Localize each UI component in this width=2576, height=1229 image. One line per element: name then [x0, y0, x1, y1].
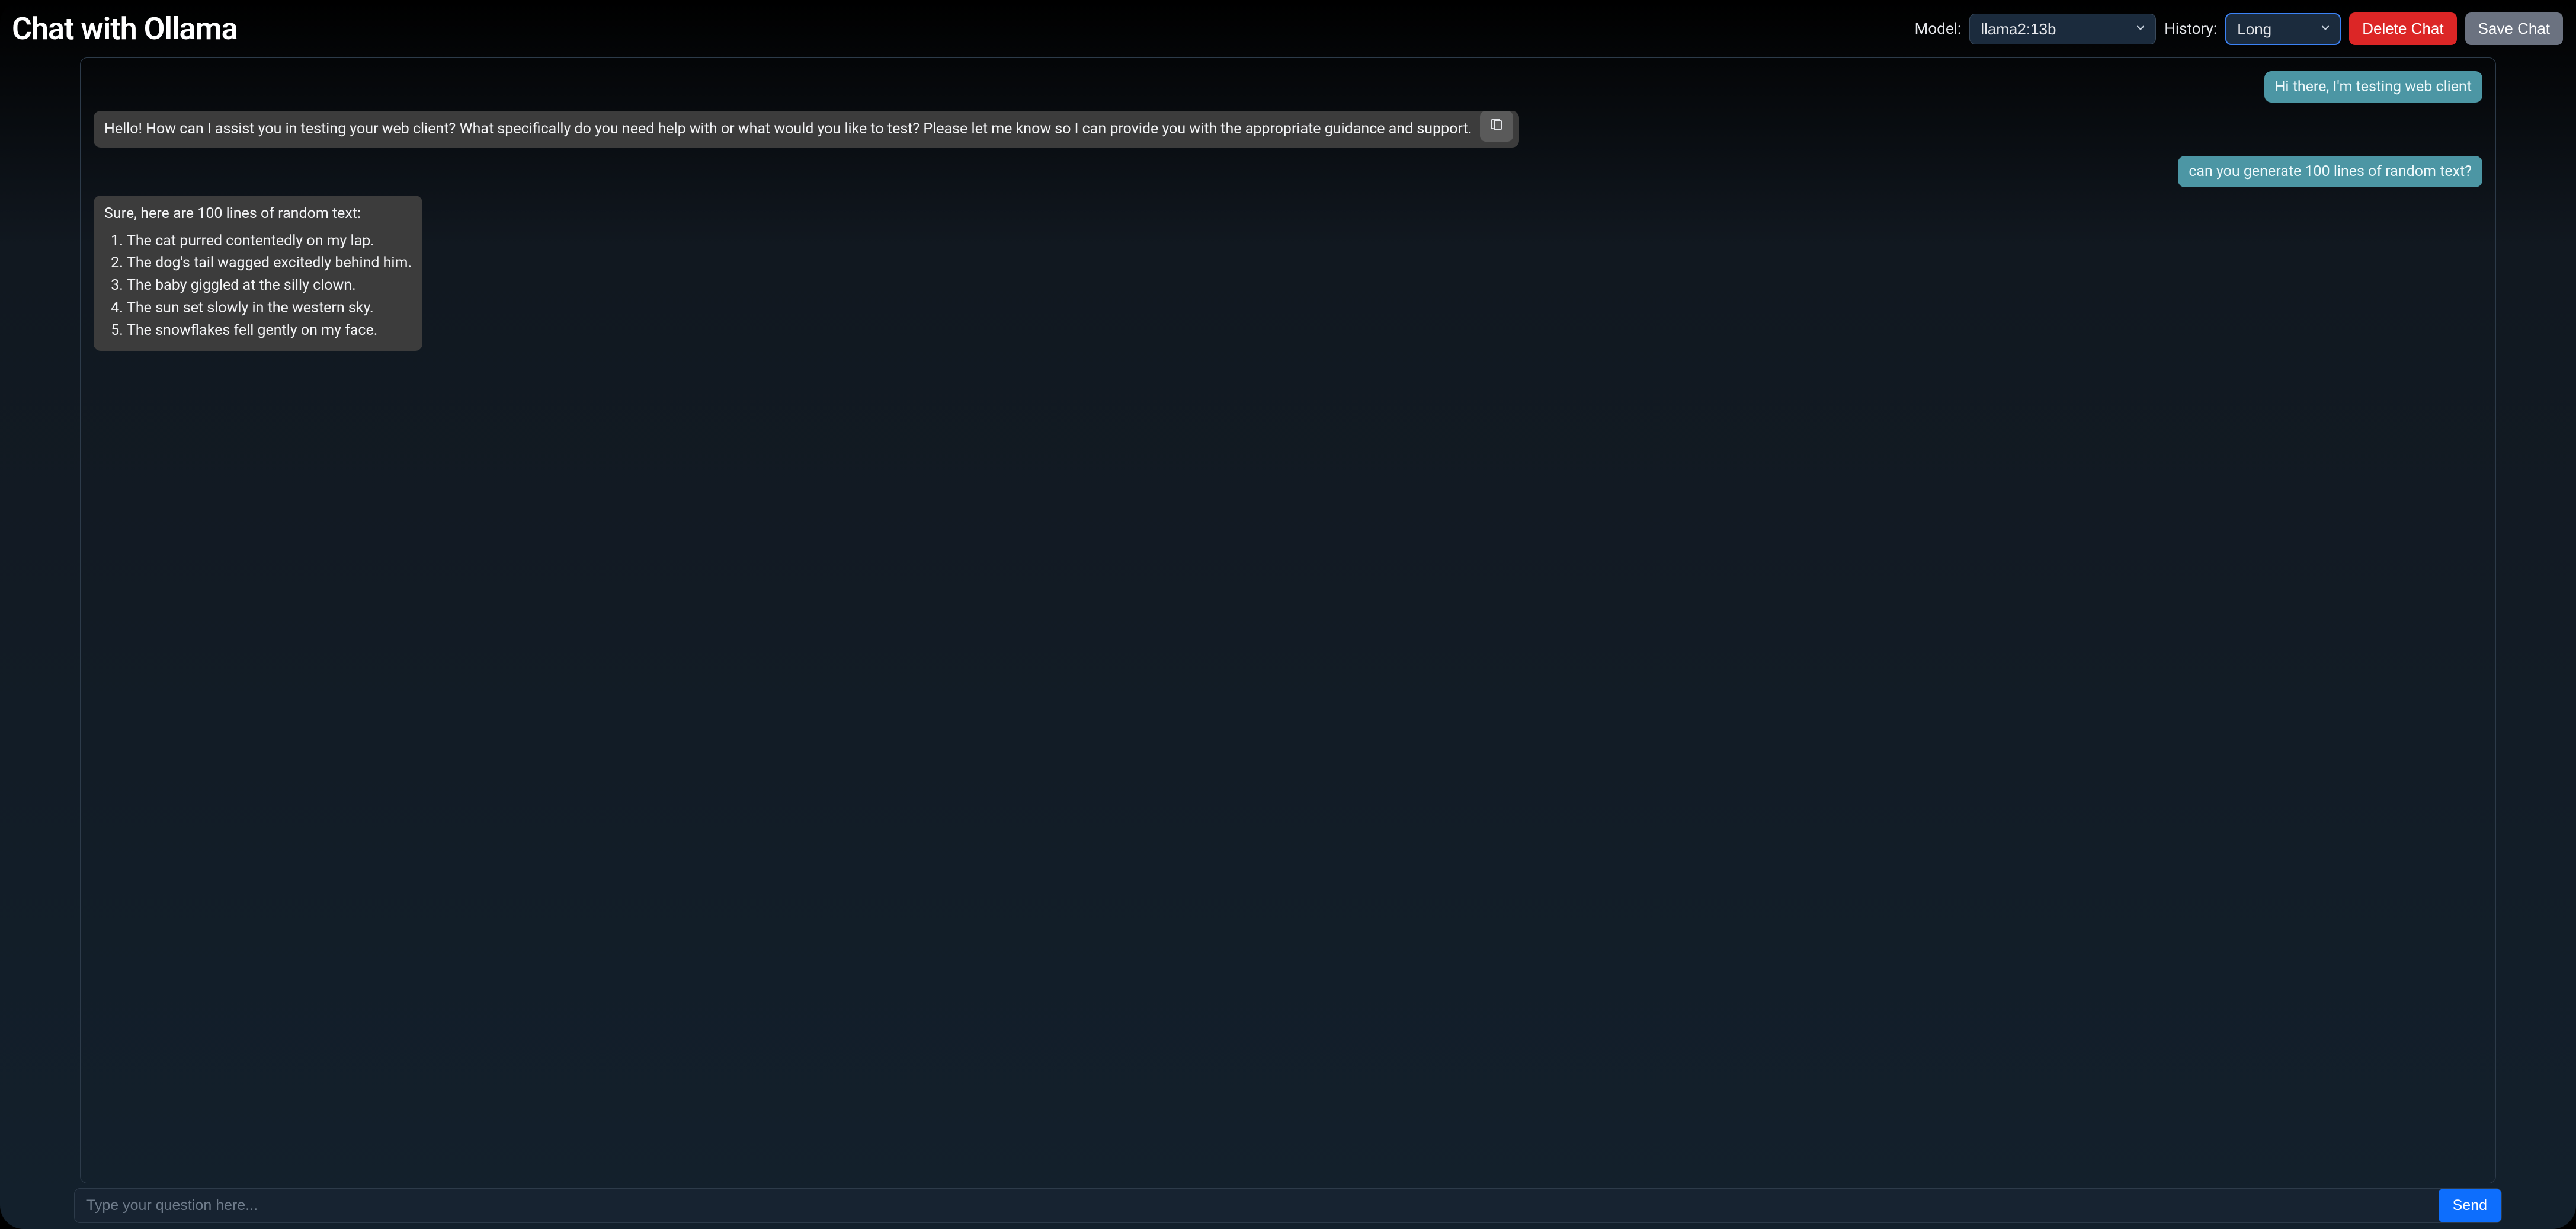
input-row: Send — [74, 1188, 2502, 1223]
app-title: Chat with Ollama — [12, 11, 238, 47]
user-message: can you generate 100 lines of random tex… — [2178, 156, 2482, 187]
list-item: The sun set slowly in the western sky. — [127, 298, 412, 318]
numbered-list: The cat purred contentedly on my lap. Th… — [127, 231, 412, 341]
question-input[interactable] — [75, 1189, 2439, 1222]
clipboard-icon — [1489, 118, 1504, 134]
assistant-message: Hello! How can I assist you in testing y… — [94, 111, 1519, 148]
save-chat-button[interactable]: Save Chat — [2465, 12, 2563, 45]
history-label: History: — [2164, 20, 2217, 38]
history-select[interactable]: Long — [2225, 13, 2341, 45]
list-item: The dog's tail wagged excitedly behind h… — [127, 253, 412, 273]
model-label: Model: — [1915, 20, 1962, 38]
list-item: The cat purred contentedly on my lap. — [127, 231, 412, 251]
list-item: The snowflakes fell gently on my face. — [127, 321, 412, 341]
copy-button[interactable] — [1480, 111, 1513, 142]
model-select[interactable]: llama2:13b — [1969, 14, 2156, 44]
assistant-message: Sure, here are 100 lines of random text:… — [94, 196, 422, 351]
history-select-wrap: Long — [2225, 13, 2341, 45]
header-bar: Chat with Ollama Model: llama2:13b Histo… — [0, 0, 2576, 57]
chat-area: Hi there, I'm testing web client Hello! … — [80, 57, 2496, 1183]
list-item: The baby giggled at the silly clown. — [127, 276, 412, 296]
assistant-text: Hello! How can I assist you in testing y… — [104, 120, 1472, 137]
user-message: Hi there, I'm testing web client — [2264, 71, 2482, 103]
delete-chat-button[interactable]: Delete Chat — [2349, 12, 2456, 45]
model-select-wrap: llama2:13b — [1969, 14, 2156, 44]
send-button[interactable]: Send — [2439, 1189, 2501, 1222]
message-list: Hi there, I'm testing web client Hello! … — [94, 71, 2482, 1183]
app-window: Chat with Ollama Model: llama2:13b Histo… — [0, 0, 2576, 1229]
assistant-text: Sure, here are 100 lines of random text: — [104, 204, 412, 224]
